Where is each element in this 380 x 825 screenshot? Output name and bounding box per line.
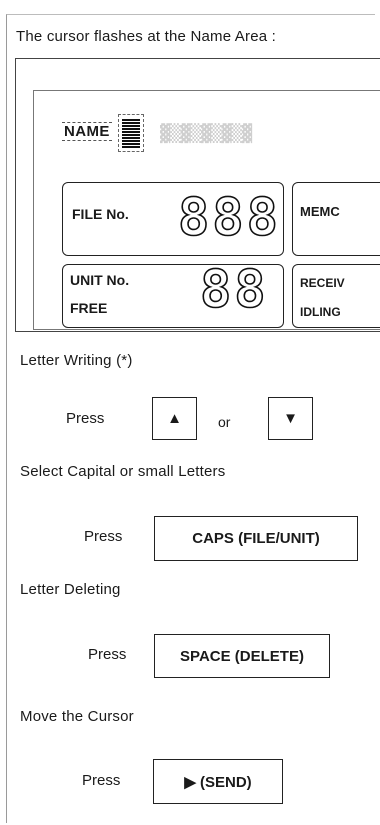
press-label: Press (88, 646, 127, 663)
memo-label: MEMC (300, 204, 340, 219)
file-number-label: FILE No. (72, 206, 129, 222)
flashing-cursor (118, 114, 144, 152)
unit-number-label: UNIT No. (70, 272, 130, 288)
memo-cell (292, 182, 380, 256)
move-cursor-heading: Move the Cursor (20, 708, 134, 725)
ghost-characters: ▓▒▓▒▓▒▓▒▓ (160, 124, 253, 144)
unit-number-digits: 88 (199, 259, 269, 321)
letter-writing-heading: Letter Writing (*) (20, 352, 133, 369)
idling-label: IDLING (300, 305, 341, 319)
up-arrow-key[interactable]: ▲ (152, 397, 197, 440)
intro-text: The cursor flashes at the Name Area : (16, 28, 277, 45)
or-text: or (218, 414, 231, 430)
free-label: FREE (70, 300, 108, 316)
down-arrow-icon: ▼ (283, 410, 298, 427)
send-key[interactable]: ▶ (SEND) (153, 759, 283, 804)
file-number-digits: 888 (177, 187, 281, 249)
up-arrow-icon: ▲ (167, 410, 182, 427)
receive-label: RECEIV (300, 276, 345, 290)
down-arrow-key[interactable]: ▼ (268, 397, 313, 440)
press-label: Press (84, 528, 123, 545)
caps-key[interactable]: CAPS (FILE/UNIT) (154, 516, 358, 561)
press-label: Press (66, 410, 105, 427)
press-label: Press (82, 772, 121, 789)
space-delete-key[interactable]: SPACE (DELETE) (154, 634, 330, 678)
letter-deleting-heading: Letter Deleting (20, 581, 121, 598)
name-label: NAME (62, 122, 112, 141)
caps-heading: Select Capital or small Letters (20, 463, 226, 480)
